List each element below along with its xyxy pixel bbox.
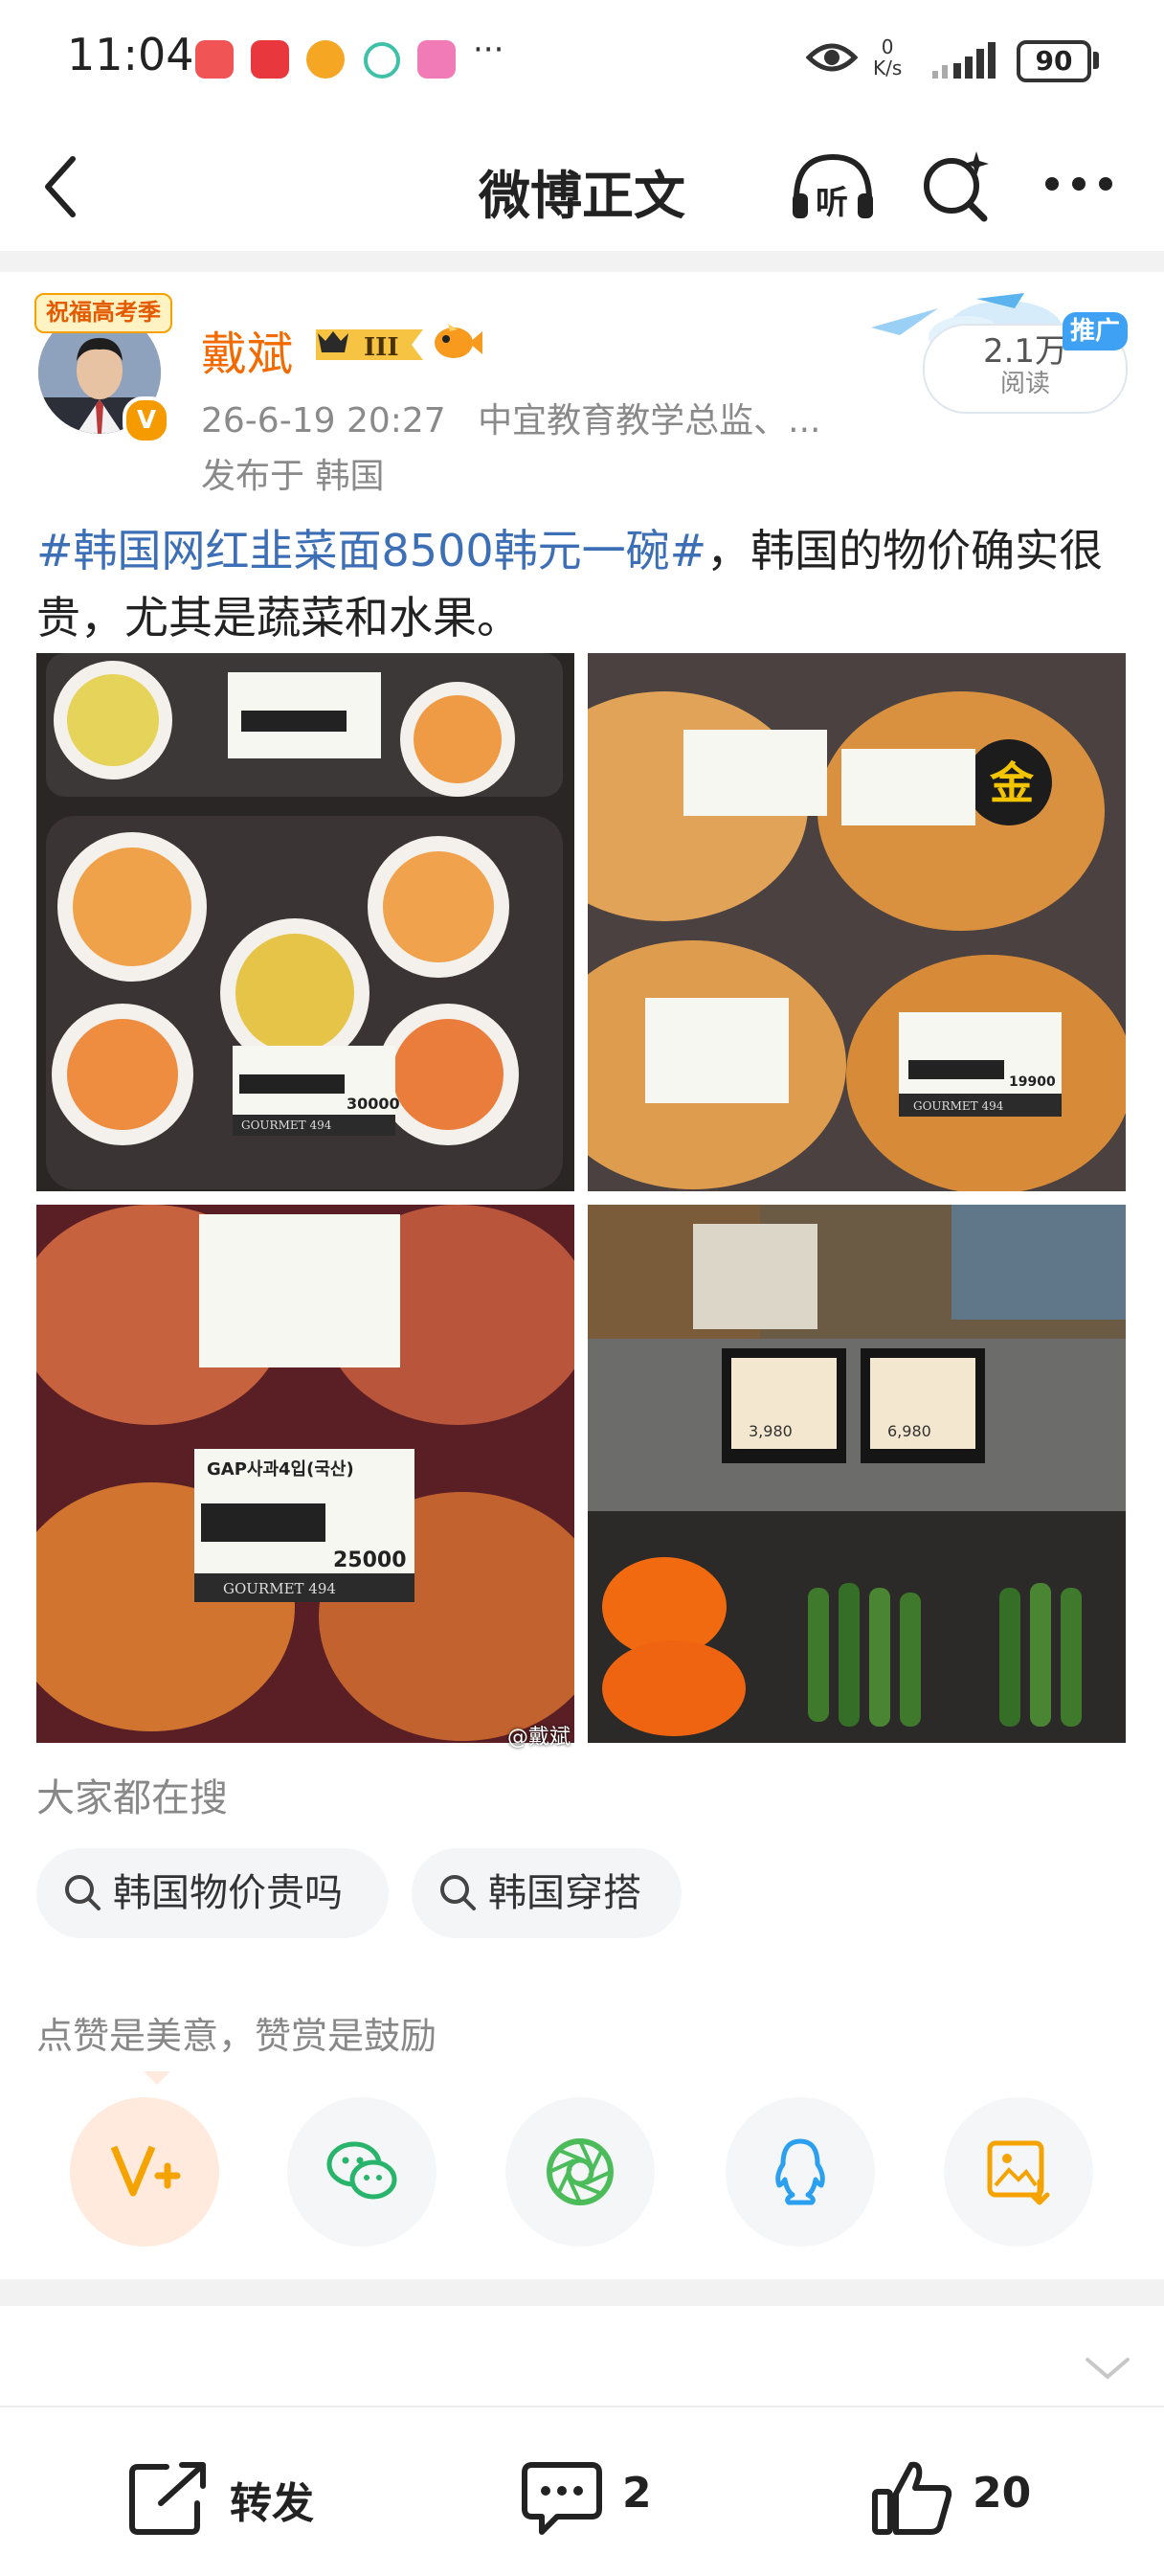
post-timestamp: 26-6-19 20:27 [201,401,446,441]
apple-store-text: GOURMET 494 [223,1580,336,1597]
melon-store-text: GOURMET 494 [913,1099,1004,1113]
status-more-icon: ··· [473,31,504,69]
search-icon [65,1875,101,1910]
search-icon [440,1875,476,1910]
post-location: 发布于 韩国 [201,457,385,496]
veg-price-b: 6,980 [887,1422,931,1440]
battery-indicator: 90 [1017,40,1091,82]
search-chip-label: 韩国穿搭 [488,1871,641,1915]
share-moments-button[interactable] [505,2097,655,2247]
more-dots-icon[interactable] [1043,174,1114,193]
nav-bar: 微博正文 听 [0,115,1164,249]
moments-icon [547,2138,614,2205]
section-divider [0,2279,1164,2306]
peach-store-text: GOURMET 494 [241,1119,332,1132]
save-image-button[interactable] [944,2097,1093,2247]
apple-product-text: GAP사과4입(국산) [207,1458,354,1480]
vip-level-badge[interactable]: III [312,324,425,366]
veg-price-a: 3,980 [749,1422,793,1440]
melon-price-text: 19900 [1009,1074,1056,1090]
listen-label: 听 [816,184,848,222]
comment-button[interactable]: 2 [521,2459,655,2536]
weibo-app-icon [306,40,345,79]
read-label: 阅读 [999,370,1050,398]
status-time: 11:04 [67,29,194,80]
signal-icon [932,42,996,79]
listen-button[interactable]: 听 [787,149,879,226]
exam-season-badge: 祝福高考季 [34,293,172,333]
post-meta: 26-6-19 20:27 中宜教育教学总监、... [201,393,821,442]
author-title: 中宜教育教学总监、... [478,401,821,441]
post-text: #韩国网红韭菜面8500韩元一碗#，韩国的物价确实很贵，尤其是蔬菜和水果。 [36,517,1128,651]
post-photo-melons[interactable]: 金 GOURMET 494 19900 [588,653,1126,1191]
battery-tip [1093,52,1099,69]
repost-label: 转发 [230,2479,314,2528]
sync-app-icon [364,42,400,79]
reward-pointer [144,2071,170,2085]
search-chip-label: 韩国物价贵吗 [113,1871,343,1915]
wechat-icon [326,2141,397,2200]
melon-brand-mark: 金 [989,757,1035,809]
thumbs-up-icon [872,2461,952,2535]
apple-price-text: 25000 [333,1548,407,1572]
qq-icon [775,2138,825,2205]
bottom-action-bar: 转发 2 20 [0,2406,1164,2576]
v-plus-icon [110,2145,181,2197]
share-wechat-button[interactable] [287,2097,436,2247]
search-chip-fashion[interactable]: 韩国穿搭 [412,1848,682,1938]
reward-button[interactable] [70,2097,219,2247]
like-count: 20 [973,2469,1032,2518]
trending-label: 大家都在搜 [36,1776,228,1820]
bilibili-app-icon [417,40,456,79]
verified-badge: V [123,396,170,444]
repost-button[interactable]: 转发 [128,2459,339,2536]
peaches-image: GOURMET 494 30000 [36,653,574,1191]
save-image-icon [987,2140,1050,2205]
app-notification-icon [195,40,234,79]
search-chip-price[interactable]: 韩国物价贵吗 [36,1848,389,1938]
eye-icon [806,43,858,72]
search-sparkle-icon[interactable] [921,147,994,224]
section-divider [0,251,1164,272]
melons-image: 金 GOURMET 494 19900 [588,653,1126,1191]
vegetables-image: 3,980 6,980 [588,1205,1126,1743]
vip-level-text: III [364,333,399,362]
post-photo-peaches[interactable]: GOURMET 494 30000 [36,653,574,1191]
apples-image: GAP사과4입(국산) GOURMET 494 25000 [36,1205,574,1743]
share-qq-button[interactable] [726,2097,875,2247]
reward-hint: 点赞是美意，赞赏是鼓励 [36,2015,437,2057]
like-button[interactable]: 20 [871,2459,1031,2536]
repost-icon [129,2462,206,2535]
image-watermark: @戴斌 [507,1726,571,1750]
fish-emoji-icon [435,324,482,358]
topic-hashtag-link[interactable]: #韩国网红韭菜面8500韩元一碗# [36,525,706,576]
comment-icon [522,2462,602,2535]
promo-tag: 推广 [1063,312,1128,350]
huawei-app-icon [251,40,289,79]
comment-count: 2 [622,2469,652,2518]
chevron-down-icon[interactable] [1084,2356,1131,2381]
post-photo-apples[interactable]: GAP사과4입(국산) GOURMET 494 25000 [36,1205,574,1743]
peach-price-text: 30000 [347,1095,400,1113]
status-bar: 11:04 ··· 0 K/s 90 [0,0,1164,115]
network-speed: 0 K/s [873,35,903,79]
post-photo-vegetables[interactable]: 3,980 6,980 [588,1205,1126,1743]
username[interactable]: 戴斌 [201,316,293,383]
